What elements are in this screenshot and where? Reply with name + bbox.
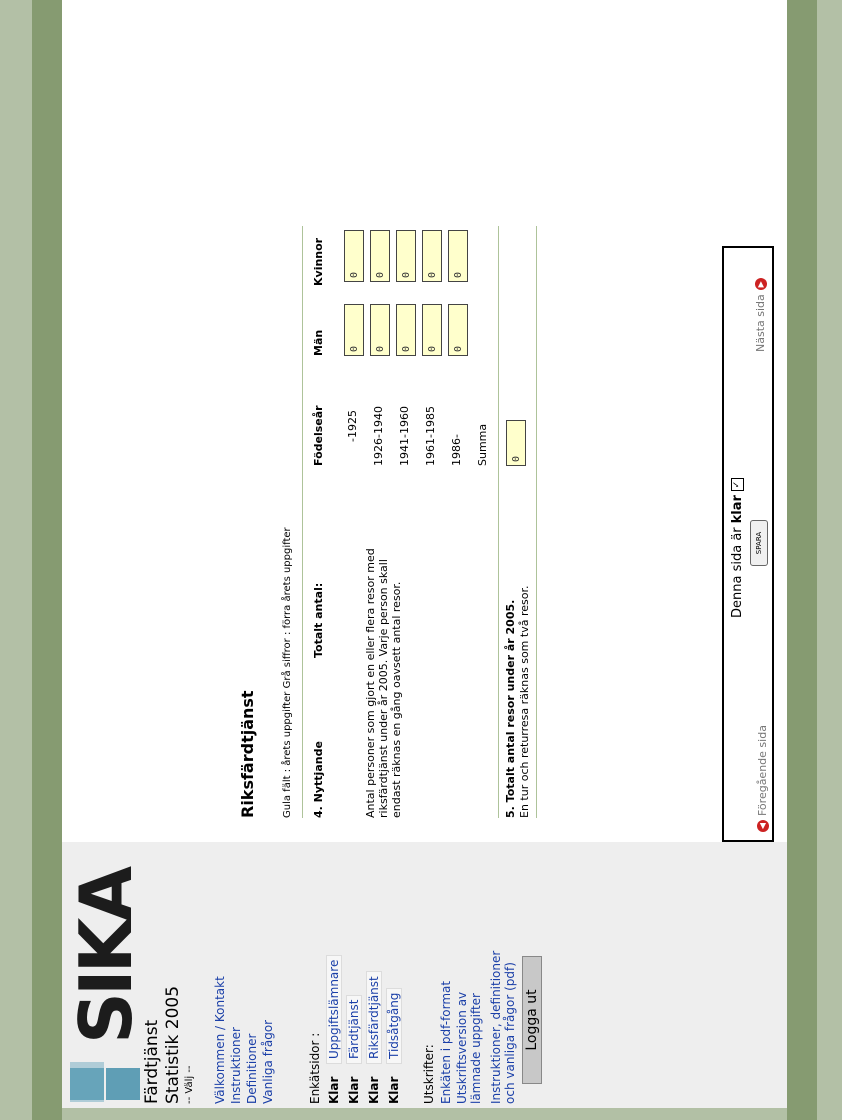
sidebar: SIKA Färdtjänst Statistik 2005 -- Välj -… xyxy=(62,842,787,1108)
frame-border-top xyxy=(32,0,62,1120)
next-page-link[interactable]: Nästa sida ▶ xyxy=(754,278,767,352)
legend-text: Gula fält : årets uppgifter Grå siffror … xyxy=(282,527,293,818)
app-title: Färdtjänst Statistik 2005 xyxy=(142,986,184,1104)
prev-arrow-icon: ◀ xyxy=(756,820,769,832)
survey-item-tidsatgang[interactable]: Klar Tidsåtgång xyxy=(386,987,402,1104)
q4-description: Antal personer som gjort en eller flera … xyxy=(364,548,403,818)
status-klar: Klar xyxy=(347,1076,361,1104)
logo-text: SIKA xyxy=(64,869,148,1044)
nav-faq[interactable]: Vanliga frågor xyxy=(260,1020,276,1104)
divider xyxy=(498,226,499,818)
women-1961-input[interactable]: 0 xyxy=(422,230,442,282)
status-klar: Klar xyxy=(367,1076,381,1104)
next-page-label: Nästa sida xyxy=(754,294,767,352)
nav-definitions[interactable]: Definitioner xyxy=(244,1034,260,1104)
outer-border-top xyxy=(0,0,32,1120)
next-arrow-icon: ▶ xyxy=(754,278,767,291)
row-label-1961-1985: 1961-1985 xyxy=(424,406,437,466)
sum-label: Summa xyxy=(476,423,489,466)
status-klar: Klar xyxy=(387,1076,401,1104)
prev-page-label: Föregående sida xyxy=(756,725,769,816)
outer-border-bottom xyxy=(817,0,842,1120)
survey-link[interactable]: Riksfärdtjänst xyxy=(366,971,382,1064)
page-stage: SIKA Färdtjänst Statistik 2005 -- Välj -… xyxy=(0,0,842,1120)
prev-page-link[interactable]: ◀ Föregående sida xyxy=(756,725,769,832)
page-status: Denna sida är klar ✓ xyxy=(730,478,745,618)
men-1961-input[interactable]: 0 xyxy=(422,304,442,356)
link-pdf-guide-2[interactable]: och vanliga frågor (pdf) xyxy=(502,962,518,1104)
app-title-line1: Färdtjänst xyxy=(142,1019,162,1104)
logout-button[interactable]: Logga ut xyxy=(522,956,542,1084)
page-title: Riksfärdtjänst xyxy=(238,690,257,818)
q5-description: En tur och returresa räknas som två reso… xyxy=(518,585,531,818)
divider xyxy=(536,226,537,818)
choose-selector[interactable]: -- Välj -- xyxy=(184,1065,195,1104)
done-checkbox[interactable]: ✓ xyxy=(731,478,744,492)
logo-tile-3 xyxy=(70,1062,104,1102)
save-button[interactable]: SPARA xyxy=(750,520,768,566)
men-1926-input[interactable]: 0 xyxy=(370,304,390,356)
total-trips-input[interactable]: 0 xyxy=(506,420,526,466)
row-label-1986: 1986- xyxy=(450,434,463,466)
women-1941-input[interactable]: 0 xyxy=(396,230,416,282)
q5-heading: 5. Totalt antal resor under år 2005. xyxy=(504,599,517,818)
survey-item-uppgiftslamnare[interactable]: Klar Uppgiftslämnare xyxy=(326,954,342,1104)
link-survey-pdf[interactable]: Enkäten i pdf-format xyxy=(438,981,454,1104)
men-1941-input[interactable]: 0 xyxy=(396,304,416,356)
men-1925-input[interactable]: 0 xyxy=(344,304,364,356)
women-1925-input[interactable]: 0 xyxy=(344,230,364,282)
women-1926-input[interactable]: 0 xyxy=(370,230,390,282)
women-1986-input[interactable]: 0 xyxy=(448,230,468,282)
link-print-version-2[interactable]: lämnade uppgifter xyxy=(468,993,484,1104)
survey-item-riksfardtjanst[interactable]: Klar Riksfärdtjänst xyxy=(366,971,382,1104)
row-label-1941-1960: 1941-1960 xyxy=(398,406,411,466)
survey-pages-label: Enkätsidor : xyxy=(308,1032,322,1104)
footer-nav: ◀ Föregående sida Denna sida är klar ✓ S… xyxy=(722,246,774,842)
row-label-1925: -1925 xyxy=(346,410,359,442)
app-title-line2: Statistik 2005 xyxy=(163,985,183,1104)
col-birth-year: Födelseår xyxy=(312,405,325,466)
nav-welcome-contact[interactable]: Välkommen / Kontakt xyxy=(212,976,228,1104)
main-content: Riksfärdtjänst Gula fält : årets uppgift… xyxy=(62,0,787,842)
nav-instructions[interactable]: Instruktioner xyxy=(228,1027,244,1104)
survey-link[interactable]: Uppgiftslämnare xyxy=(326,954,342,1064)
frame-border-bottom xyxy=(787,0,817,1120)
survey-item-fardtjanst[interactable]: Klar Färdtjänst xyxy=(346,994,362,1104)
col-men: Män xyxy=(312,329,325,356)
sika-logo: SIKA xyxy=(64,870,148,1104)
status-klar: Klar xyxy=(327,1076,341,1104)
men-1986-input[interactable]: 0 xyxy=(448,304,468,356)
row-label-1926-1940: 1926-1940 xyxy=(372,406,385,466)
q4-heading: 4. Nyttjande xyxy=(312,741,325,818)
status-prefix: Denna sida är xyxy=(730,527,745,618)
survey-link[interactable]: Färdtjänst xyxy=(346,994,362,1064)
print-label: Utskrifter: xyxy=(422,1044,436,1104)
status-value: klar xyxy=(730,495,745,524)
logo-tile-2 xyxy=(106,1068,140,1100)
q4-total-heading: Totalt antal: xyxy=(312,582,325,658)
divider xyxy=(302,226,303,818)
survey-link[interactable]: Tidsåtgång xyxy=(386,987,402,1064)
col-women: Kvinnor xyxy=(312,237,325,286)
